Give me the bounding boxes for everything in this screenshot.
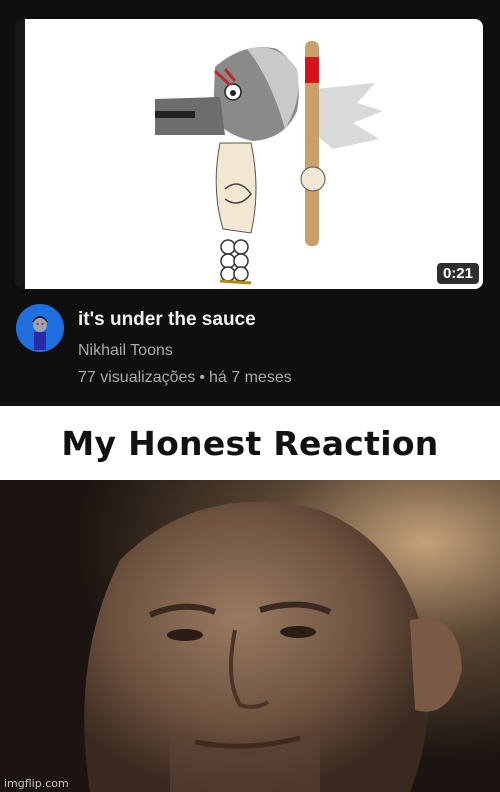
upload-age: há 7 meses [209,369,292,386]
thumbnail-drawing [15,19,483,289]
video-card[interactable]: 0:21 it's under the sauce Nikhail Toons … [0,0,500,406]
meme-image: My Honest Reaction imgflip.com [0,406,500,792]
meme-caption: My Honest Reaction [61,423,439,463]
meme-caption-bar: My Honest Reaction [0,406,500,480]
view-count: 77 visualizações [78,369,196,386]
video-title[interactable]: it's under the sauce [78,309,256,331]
imgflip-watermark: imgflip.com [4,777,69,790]
reaction-photo: imgflip.com [0,480,500,792]
video-thumbnail[interactable]: 0:21 [15,19,483,289]
video-metadata: 77 visualizações • há 7 meses [78,369,292,387]
video-duration-badge: 0:21 [436,263,479,284]
avatar-icon [16,304,64,352]
meta-separator: • [199,369,206,386]
channel-name[interactable]: Nikhail Toons [78,342,173,360]
channel-avatar[interactable] [16,304,64,352]
man-face-photo [0,480,500,792]
